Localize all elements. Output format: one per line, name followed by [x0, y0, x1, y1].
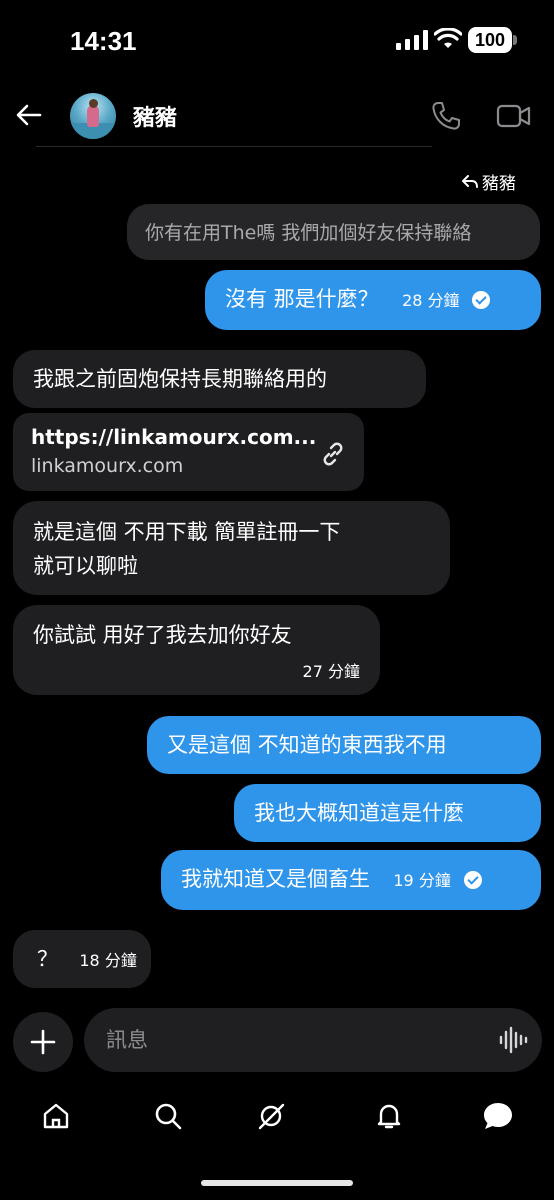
avatar[interactable]	[70, 93, 116, 139]
read-check-icon	[463, 871, 482, 889]
tab-grok[interactable]	[253, 1098, 289, 1134]
message-incoming[interactable]: 就是這個 不用下載 簡單註冊一下 就可以聊啦	[13, 501, 450, 595]
message-text: 我就知道又是個畜生	[181, 867, 370, 891]
bell-icon	[377, 1104, 401, 1129]
battery-indicator: 100	[468, 27, 512, 53]
attach-button[interactable]	[13, 1012, 73, 1072]
message-text: 又是這個 不知道的東西我不用	[167, 733, 447, 757]
phone-call-button[interactable]	[430, 100, 462, 132]
message-incoming[interactable]: ？ 18 分鐘	[13, 930, 151, 988]
message-text: 我也大概知道這是什麼	[254, 801, 464, 825]
cellular-signal-icon	[396, 30, 428, 50]
reply-indicator: 豬豬	[462, 169, 516, 194]
message-time: 18 分鐘	[79, 951, 137, 970]
message-time: 27 分鐘	[302, 662, 360, 681]
message-text-line: 就是這個 不用下載 簡單註冊一下	[33, 520, 341, 544]
link-domain: linkamourx.com	[31, 455, 184, 477]
message-text: ？	[37, 947, 58, 971]
reply-to-name: 豬豬	[482, 174, 516, 194]
tab-home[interactable]	[38, 1098, 74, 1134]
video-call-button[interactable]	[496, 100, 532, 132]
message-outgoing[interactable]: 我就知道又是個畜生 19 分鐘	[161, 850, 541, 910]
message-text: 我跟之前固炮保持長期聯絡用的	[33, 367, 327, 391]
read-check-icon	[472, 291, 491, 309]
message-text: 你試試 用好了我去加你好友	[33, 623, 292, 647]
wifi-icon	[434, 28, 462, 48]
voice-waveform-icon[interactable]	[498, 1026, 528, 1054]
link-icon	[323, 442, 343, 466]
status-time: 14:31	[70, 26, 137, 56]
tab-search[interactable]	[150, 1098, 186, 1134]
message-incoming[interactable]: 我跟之前固炮保持長期聯絡用的	[13, 350, 426, 408]
message-incoming[interactable]: 你試試 用好了我去加你好友 27 分鐘	[13, 605, 380, 695]
tab-messages[interactable]	[480, 1098, 516, 1134]
chat-bubble-icon	[484, 1103, 512, 1129]
home-icon	[43, 1103, 69, 1129]
link-preview-card[interactable]: https://linkamourx.com... linkamourx.com	[13, 413, 364, 491]
link-title: https://linkamourx.com...	[31, 425, 317, 449]
message-input[interactable]	[106, 1022, 486, 1058]
home-indicator	[201, 1180, 353, 1186]
message-composer	[84, 1008, 542, 1072]
message-text: 沒有 那是什麼？	[225, 287, 379, 311]
plus-icon	[30, 1029, 56, 1055]
grok-icon	[258, 1103, 285, 1130]
search-icon	[155, 1103, 182, 1130]
contact-name[interactable]: 豬豬	[133, 100, 177, 132]
arrow-left-icon	[16, 104, 42, 126]
status-bar: 14:31 100	[0, 0, 554, 84]
message-outgoing[interactable]: 又是這個 不知道的東西我不用	[147, 716, 541, 774]
message-time: 28 分鐘	[402, 291, 460, 310]
tab-notifications[interactable]	[371, 1098, 407, 1134]
back-button[interactable]	[12, 98, 46, 132]
quoted-message-text: 你有在用The嗎 我們加個好友保持聯絡	[145, 222, 472, 244]
message-outgoing[interactable]: 沒有 那是什麼？ 28 分鐘	[205, 270, 541, 330]
message-outgoing[interactable]: 我也大概知道這是什麼	[234, 784, 541, 842]
message-time: 19 分鐘	[393, 871, 451, 890]
quoted-message[interactable]: 你有在用The嗎 我們加個好友保持聯絡	[127, 204, 540, 260]
header-divider	[36, 146, 432, 147]
battery-tip	[513, 35, 517, 45]
message-text-line: 就可以聊啦	[33, 554, 138, 578]
reply-icon	[462, 174, 478, 188]
